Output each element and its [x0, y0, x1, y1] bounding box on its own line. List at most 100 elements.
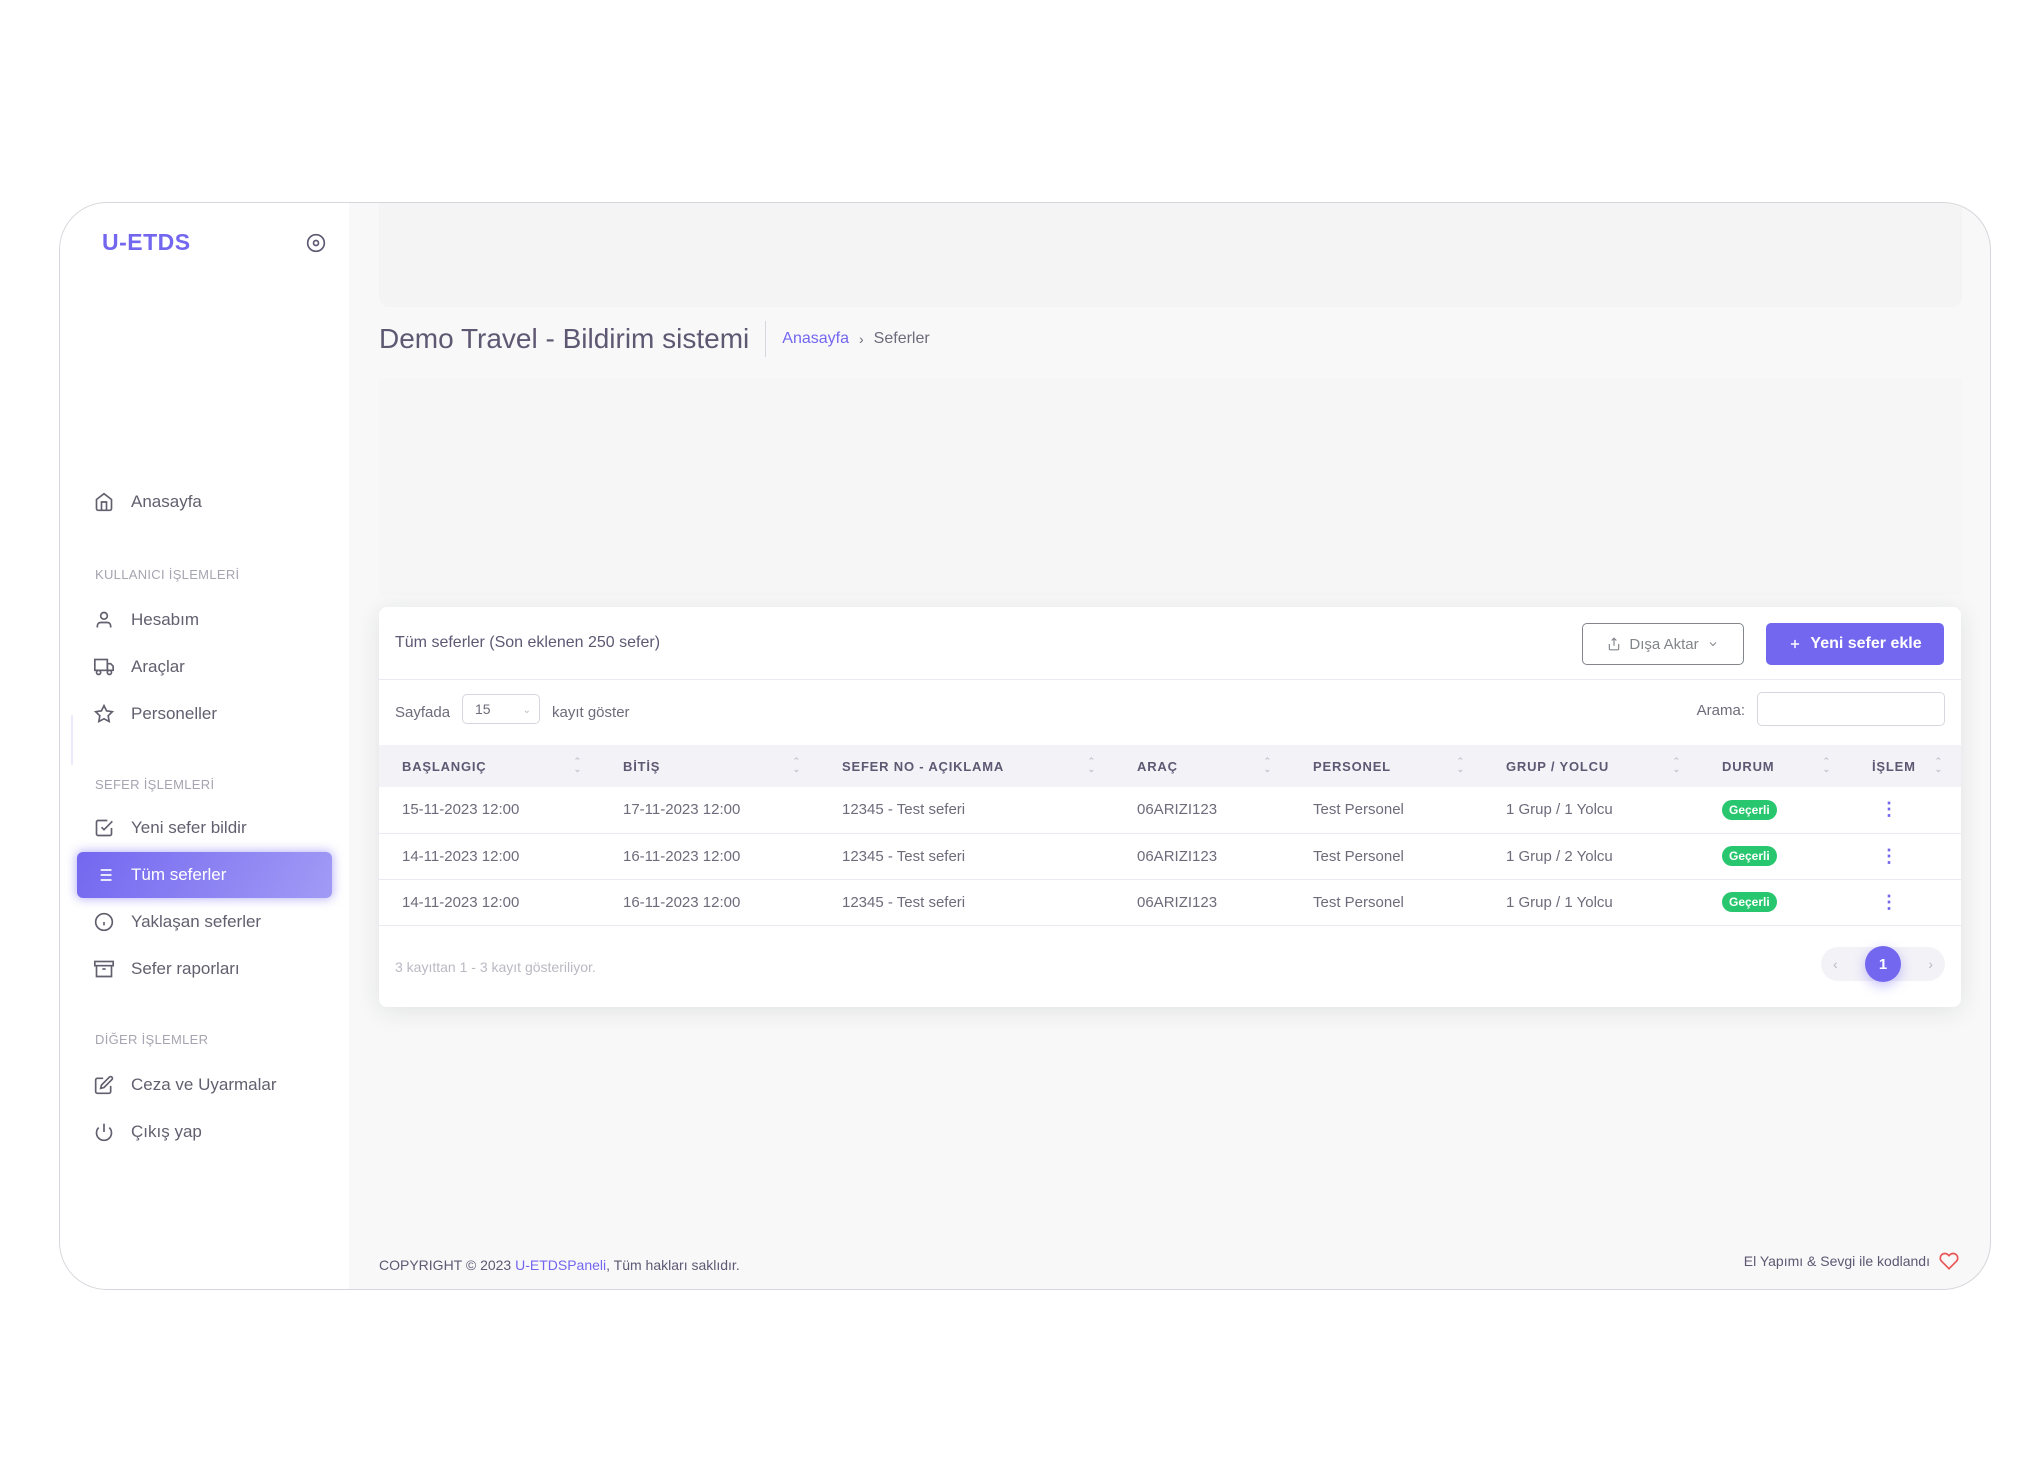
status-badge: Geçerli [1722, 892, 1777, 912]
sidebar-item-upcoming[interactable]: Yaklaşan seferler [77, 899, 332, 945]
sort-icon: ⌃ ⌄ [573, 756, 582, 774]
sidebar-item-home[interactable]: Anasayfa [77, 479, 332, 525]
main-content: Demo Travel - Bildirim sistemi Anasayfa … [349, 203, 1990, 1289]
edit-icon [93, 1074, 115, 1096]
cell-end: 16-11-2023 12:00 [623, 893, 741, 911]
sidebar-item-label: Tüm seferler [131, 865, 227, 884]
brand-logo[interactable]: U-ETDS [102, 229, 191, 256]
sidebar-item-reports[interactable]: Sefer raporları [77, 946, 332, 992]
sidebar-item-label: Çıkış yap [131, 1122, 202, 1141]
truck-icon [93, 656, 115, 678]
sidebar-item-vehicles[interactable]: Araçlar [77, 644, 332, 690]
sidebar-item-logout[interactable]: Çıkış yap [77, 1109, 332, 1155]
cell-start: 14-11-2023 12:00 [402, 847, 520, 865]
sidebar-item-all-trips[interactable]: Tüm seferler [77, 852, 332, 898]
column-header-end[interactable]: BİTİŞ ⌃ ⌄ [600, 745, 819, 787]
sidebar-item-label: Anasayfa [131, 492, 202, 511]
card-header: Tüm seferler (Son eklenen 250 sefer) Dış… [379, 607, 1961, 680]
divider [71, 715, 73, 765]
made-with-label: El Yapımı & Sevgi ile kodlandı [1743, 1253, 1930, 1269]
cell-staff: Test Personel [1313, 893, 1404, 911]
made-with-love: El Yapımı & Sevgi ile kodlandı [1744, 1251, 1960, 1271]
copyright-prefix: COPYRIGHT © 2023 [379, 1257, 516, 1273]
sidebar-item-staff[interactable]: Personeller [77, 691, 332, 737]
home-icon [93, 491, 115, 513]
cell-action: ⋮ [1849, 787, 1961, 833]
heart-icon [1939, 1252, 1959, 1270]
export-button[interactable]: Dışa Aktar [1582, 623, 1744, 665]
more-vertical-icon[interactable]: ⋮ [1872, 799, 1898, 819]
plus-icon [1791, 639, 1800, 649]
share-icon [1609, 637, 1620, 651]
sidebar-item-label: Yeni sefer bildir [131, 818, 247, 837]
sidebar-item-account[interactable]: Hesabım [77, 597, 332, 643]
sidebar-item-new-trip[interactable]: Yeni sefer bildir [77, 805, 332, 851]
copyright-link[interactable]: U-ETDSPaneli [515, 1257, 606, 1273]
column-header-staff[interactable]: PERSONEL ⌃ ⌄ [1290, 745, 1483, 787]
column-header-start[interactable]: BAŞLANGIÇ ⌃ ⌄ [379, 745, 600, 787]
section-header-other: DİĞER İŞLEMLER [95, 1032, 209, 1047]
cell-action: ⋮ [1849, 833, 1961, 879]
chevron-right-icon: › [859, 331, 864, 347]
section-header-trip: SEFER İŞLEMLERİ [95, 777, 215, 792]
sort-icon: ⌃ ⌄ [1263, 756, 1272, 774]
cell-vehicle: 06ARIZI123 [1137, 893, 1218, 911]
archive-icon [93, 958, 115, 980]
export-label: Dışa Aktar [1629, 635, 1699, 653]
chevron-down-icon: ⌄ [522, 705, 531, 716]
content-spacer [379, 379, 1962, 595]
cell-group: 1 Grup / 1 Yolcu [1506, 801, 1613, 819]
copyright: COPYRIGHT © 2023 U-ETDSPaneli, Tüm hakla… [379, 1257, 740, 1273]
cell-end: 16-11-2023 12:00 [623, 847, 741, 865]
column-header-trip[interactable]: SEFER NO - AÇIKLAMA ⌃ ⌄ [819, 745, 1114, 787]
sidebar-item-label: Yaklaşan seferler [131, 912, 262, 931]
column-header-action[interactable]: İŞLEM ⌃ ⌄ [1849, 745, 1961, 787]
sidebar-toggle-icon[interactable] [306, 233, 326, 253]
table-controls: Sayfada 15 ⌄ kayıt göster Arama: [395, 692, 1945, 732]
sidebar-item-label: Hesabım [131, 610, 200, 629]
per-page-label: Sayfada [395, 704, 451, 721]
sort-icon: ⌃ ⌄ [1822, 756, 1831, 774]
add-trip-label: Yeni sefer ekle [1810, 635, 1922, 652]
table-info: 3 kayıttan 1 - 3 kayıt gösteriliyor. [395, 959, 596, 975]
search-input[interactable] [1757, 692, 1945, 726]
table-row: 14-11-2023 12:00 16-11-2023 12:00 12345 … [379, 833, 1961, 879]
cell-start: 14-11-2023 12:00 [402, 893, 520, 911]
table-header-row: BAŞLANGIÇ ⌃ ⌄ BİTİŞ ⌃ ⌄ SEFER NO - AÇIKLAMA ⌃… [379, 745, 1961, 787]
star-icon [93, 703, 115, 725]
content-header: Demo Travel - Bildirim sistemi Anasayfa … [379, 319, 930, 359]
chevron-down-icon [1709, 642, 1716, 647]
table-row: 14-11-2023 12:00 16-11-2023 12:00 12345 … [379, 879, 1961, 925]
prev-page-icon[interactable]: ‹ [1833, 956, 1838, 972]
more-vertical-icon[interactable]: ⋮ [1872, 846, 1898, 866]
sidebar-item-label: Araçlar [131, 657, 185, 676]
sidebar-item-penalties[interactable]: Ceza ve Uyarmalar [77, 1062, 332, 1108]
cell-end: 17-11-2023 12:00 [623, 801, 741, 819]
cell-trip: 12345 - Test seferi [842, 801, 966, 819]
next-page-icon[interactable]: › [1928, 956, 1933, 972]
page-button-1[interactable]: 1 [1865, 946, 1901, 982]
sidebar-item-label: Ceza ve Uyarmalar [131, 1075, 277, 1094]
breadcrumb-current: Seferler [873, 330, 930, 347]
info-icon [93, 911, 115, 933]
per-page-select[interactable]: 15 ⌄ [462, 694, 540, 724]
sidebar-item-label: Sefer raporları [131, 959, 240, 978]
add-trip-button[interactable]: Yeni sefer ekle [1766, 623, 1944, 665]
cell-staff: Test Personel [1313, 801, 1404, 819]
cell-group: 1 Grup / 2 Yolcu [1506, 847, 1613, 865]
user-icon [93, 609, 115, 631]
more-vertical-icon[interactable]: ⋮ [1872, 892, 1898, 912]
column-header-group[interactable]: GRUP / YOLCU ⌃ ⌄ [1483, 745, 1699, 787]
top-navbar [379, 203, 1962, 307]
cell-group: 1 Grup / 1 Yolcu [1506, 893, 1613, 911]
cell-status: Geçerli [1699, 833, 1849, 879]
breadcrumb: Anasayfa › Seferler [766, 330, 929, 348]
table-row: 15-11-2023 12:00 17-11-2023 12:00 12345 … [379, 787, 1961, 833]
copyright-suffix: , Tüm hakları saklıdır. [606, 1257, 740, 1273]
column-header-vehicle[interactable]: ARAÇ ⌃ ⌄ [1114, 745, 1290, 787]
column-header-status[interactable]: DURUM ⌃ ⌄ [1699, 745, 1849, 787]
card-title: Tüm seferler (Son eklenen 250 sefer) [395, 634, 661, 651]
breadcrumb-home-link[interactable]: Anasayfa [782, 330, 849, 348]
cell-status: Geçerli [1699, 787, 1849, 833]
sort-icon: ⌃ ⌄ [1456, 756, 1465, 774]
